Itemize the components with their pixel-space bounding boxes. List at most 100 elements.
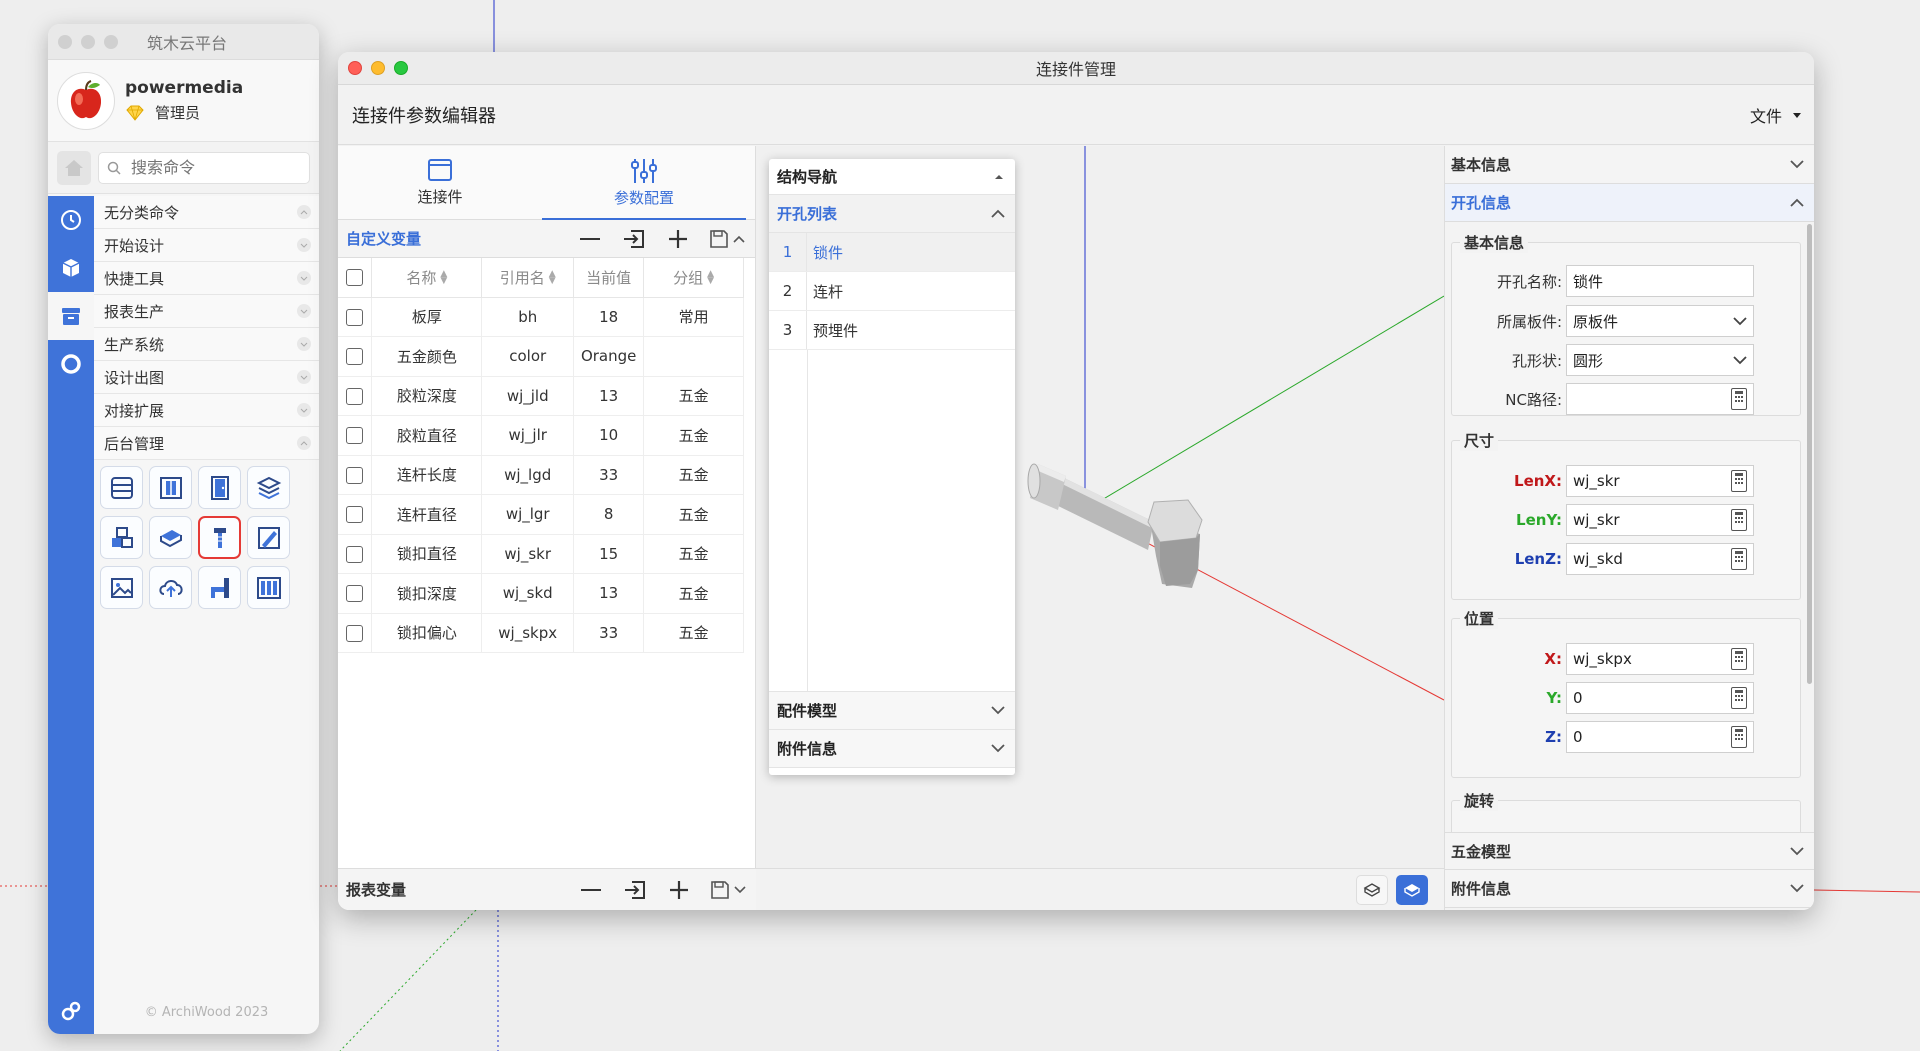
row-checkbox[interactable] [346,387,364,405]
zoom-window-button[interactable] [104,34,118,49]
cell-ref[interactable]: wj_skr [481,534,575,574]
avatar[interactable] [57,71,115,130]
row-checkbox[interactable] [346,308,364,326]
zoom-window-button[interactable] [394,61,408,75]
table-row[interactable]: 锁扣深度 wj_skd 13 五金 [338,573,744,614]
gears-icon[interactable] [60,1000,82,1022]
boxes-icon[interactable] [100,516,143,559]
category-5[interactable]: 设计出图 [94,361,319,394]
calculator-icon[interactable] [1731,648,1747,670]
layers-icon[interactable] [247,466,290,509]
row-checkbox[interactable] [346,585,364,603]
cell-value[interactable]: 15 [573,534,645,574]
panels-icon[interactable] [247,566,290,609]
cell-name[interactable]: 板厚 [371,297,483,337]
cell-group[interactable]: 常用 [643,297,744,337]
tab-connector[interactable]: 连接件 [338,146,542,219]
leny-input[interactable]: wj_skr [1566,504,1754,536]
cell-ref[interactable]: wj_lgd [481,455,575,495]
select-all-checkbox[interactable] [346,269,364,287]
row-checkbox[interactable] [346,427,364,445]
lenx-input[interactable]: wj_skr [1566,465,1754,497]
cell-ref[interactable]: bh [481,297,575,337]
cell-value[interactable]: 8 [573,494,645,535]
cell-group[interactable]: 五金 [643,415,744,456]
add-report-var-button[interactable] [664,877,694,903]
cell-ref[interactable]: wj_skpx [481,613,575,653]
file-menu[interactable]: 文件 [1750,103,1804,127]
remove-var-button[interactable] [575,226,605,252]
row-checkbox[interactable] [346,466,364,484]
cell-group[interactable]: 五金 [643,455,744,495]
sidebar-item-recent[interactable] [48,196,94,244]
table-row[interactable]: 锁扣直径 wj_skr 15 五金 [338,534,744,574]
import-var-button[interactable] [619,226,649,252]
row-checkbox[interactable] [346,506,364,524]
board-select[interactable]: 原板件 [1566,305,1754,337]
cell-value[interactable]: 18 [573,297,645,337]
calculator-icon[interactable] [1731,687,1747,709]
category-3[interactable]: 报表生产 [94,295,319,328]
cell-name[interactable]: 五金颜色 [371,336,483,377]
category-6[interactable]: 对接扩展 [94,394,319,427]
attachments-section[interactable]: 附件信息 [1445,870,1814,908]
save-var-button[interactable] [707,226,747,252]
sidebar-item-production[interactable] [48,292,94,340]
cell-value[interactable]: 10 [573,415,645,456]
close-window-button[interactable] [348,61,362,75]
cell-group[interactable] [643,336,744,377]
cell-group[interactable]: 五金 [643,534,744,574]
cell-ref[interactable]: color [481,336,575,377]
table-row[interactable]: 胶粒深度 wj_jld 13 五金 [338,376,744,416]
table-row[interactable]: 连杆直径 wj_lgr 8 五金 [338,494,744,535]
close-window-button[interactable] [58,34,72,49]
pencil-ruler-icon[interactable] [247,516,290,559]
bracket-icon[interactable] [198,566,241,609]
minimize-window-button[interactable] [81,34,95,49]
cell-name[interactable]: 锁扣偏心 [371,613,483,653]
sidebar-item-models[interactable] [48,244,94,292]
cloud-upload-icon[interactable] [149,566,192,609]
column-header-group[interactable]: 分组 ▲ ▼ [643,258,744,298]
pos-x-input[interactable]: wj_skpx [1566,643,1754,675]
minimize-window-button[interactable] [371,61,385,75]
cell-ref[interactable]: wj_lgr [481,494,575,535]
tab-params[interactable]: 参数配置 [542,146,746,220]
row-checkbox[interactable] [346,624,364,642]
table-row[interactable]: 五金颜色 color Orange [338,336,744,377]
calculator-icon[interactable] [1731,470,1747,492]
calculator-icon[interactable] [1731,388,1747,410]
calculator-icon[interactable] [1731,548,1747,570]
add-var-button[interactable] [663,226,693,252]
table-row[interactable]: 胶粒直径 wj_jlr 10 五金 [338,415,744,456]
image-icon[interactable] [100,566,143,609]
category-2[interactable]: 快捷工具 [94,262,319,295]
hole-info-section[interactable]: 开孔信息 [1445,184,1814,222]
board-icon[interactable] [149,516,192,559]
table-row[interactable]: 连杆长度 wj_lgd 33 五金 [338,455,744,495]
row-checkbox[interactable] [346,348,364,366]
cell-ref[interactable]: wj_jld [481,376,575,416]
cell-name[interactable]: 胶粒深度 [371,376,483,416]
category-7[interactable]: 后台管理 [94,427,319,460]
column-header-name[interactable]: 名称 ▲ ▼ [371,258,483,298]
pos-z-input[interactable]: 0 [1566,721,1754,753]
search-input[interactable] [131,158,291,177]
cell-value[interactable]: 33 [573,455,645,495]
cell-name[interactable]: 锁扣直径 [371,534,483,574]
fittings-model-section[interactable]: 配件模型 [769,692,1015,730]
nc-path-input[interactable] [1566,383,1754,415]
properties-scrollbar[interactable] [1807,224,1812,684]
category-4[interactable]: 生产系统 [94,328,319,361]
cell-ref[interactable]: wj_jlr [481,415,575,456]
hole-name-input[interactable]: 锁件 [1566,265,1754,297]
hole-list-header[interactable]: 开孔列表 [769,195,1015,233]
shelves-icon[interactable] [100,466,143,509]
cell-group[interactable]: 五金 [643,613,744,653]
home-button[interactable] [57,150,91,185]
structure-nav-header[interactable]: 结构导航 [769,159,1015,195]
save-report-var-button[interactable] [708,877,748,903]
cell-group[interactable]: 五金 [643,376,744,416]
list-item[interactable]: 2 连杆 [769,272,1015,311]
column-header-value[interactable]: 当前值 [573,258,645,298]
